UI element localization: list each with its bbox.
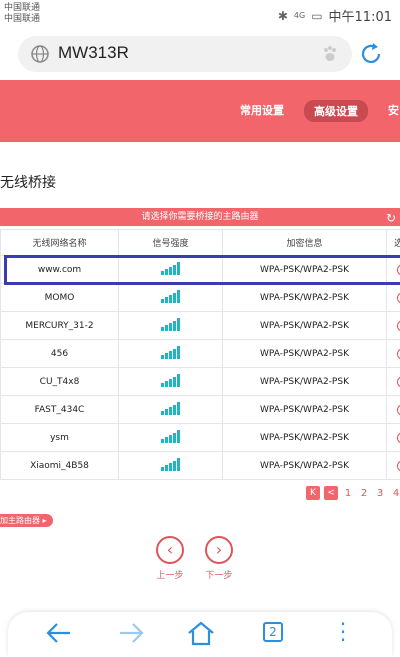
cell-network-name: ysm [1, 424, 119, 452]
refresh-icon[interactable]: ↻ [386, 209, 396, 227]
more-menu-icon[interactable]: ··· [328, 620, 358, 646]
router-header: 常用设置 高级设置 安 [0, 80, 400, 142]
prev-page-button[interactable]: < [324, 486, 338, 500]
table-row[interactable]: Xiaomi_4B58 WPA-PSK/WPA2-PSK [1, 452, 400, 480]
wifi-table: 无线网络名称 信号强度 加密信息 选择 www.com WPA-PSK/WPA2-… [0, 229, 400, 480]
browser-bottom-bar: 2 ··· [8, 612, 392, 657]
cell-select[interactable] [387, 312, 400, 340]
table-banner: 请选择你需要桥接的主路由器 ↻ [0, 208, 400, 226]
cell-network-name: FAST_434C [1, 396, 119, 424]
signal-strength-icon [119, 284, 223, 312]
cell-encryption: WPA-PSK/WPA2-PSK [223, 396, 387, 424]
cell-encryption: WPA-PSK/WPA2-PSK [223, 368, 387, 396]
col-header-select: 选择 [387, 230, 400, 256]
tabs-count: 2 [263, 622, 283, 642]
col-header-encryption: 加密信息 [223, 230, 387, 256]
cell-encryption: WPA-PSK/WPA2-PSK [223, 284, 387, 312]
banner-text: 请选择你需要桥接的主路由器 [141, 212, 258, 222]
cell-select[interactable] [387, 424, 400, 452]
browser-toolbar: MW313R [0, 30, 400, 78]
cell-select[interactable] [387, 284, 400, 312]
signal-strength-icon [119, 256, 223, 284]
table-row[interactable]: MOMO WPA-PSK/WPA2-PSK [1, 284, 400, 312]
cell-select[interactable] [387, 340, 400, 368]
page-3[interactable]: 3 [374, 488, 386, 499]
chevron-right-icon: › [205, 536, 233, 564]
page-2[interactable]: 2 [358, 488, 370, 499]
table-row[interactable]: ysm WPA-PSK/WPA2-PSK [1, 424, 400, 452]
carrier-label: 中国联通 [4, 3, 40, 13]
col-header-name: 无线网络名称 [1, 230, 119, 256]
signal-strength-icon [119, 340, 223, 368]
table-row[interactable]: FAST_434C WPA-PSK/WPA2-PSK [1, 396, 400, 424]
prev-step-button[interactable]: ‹ 上一步 [150, 536, 190, 581]
first-page-button[interactable]: K [306, 486, 320, 500]
signal-type-label: 4G [294, 11, 305, 20]
cell-select[interactable] [387, 396, 400, 424]
chevron-left-icon: ‹ [156, 536, 184, 564]
cell-select[interactable] [387, 452, 400, 480]
cell-encryption: WPA-PSK/WPA2-PSK [223, 312, 387, 340]
cell-select[interactable] [387, 256, 400, 284]
cell-select[interactable] [387, 368, 400, 396]
table-row[interactable]: CU_T4x8 WPA-PSK/WPA2-PSK [1, 368, 400, 396]
cell-network-name: 456 [1, 340, 119, 368]
page-title: 无线桥接 [0, 172, 56, 192]
home-icon[interactable] [186, 620, 216, 646]
next-step-label: 下一步 [199, 568, 239, 581]
table-header-row: 无线网络名称 信号强度 加密信息 选择 [1, 230, 400, 256]
cell-encryption: WPA-PSK/WPA2-PSK [223, 340, 387, 368]
back-arrow-icon[interactable] [44, 620, 74, 646]
status-icons: ✱ 4G ▭ 中午11:01 [278, 6, 392, 25]
nav-more[interactable]: 安 [388, 102, 399, 118]
cell-encryption: WPA-PSK/WPA2-PSK [223, 424, 387, 452]
cell-network-name: Xiaomi_4B58 [1, 452, 119, 480]
address-bar[interactable]: MW313R [18, 36, 352, 72]
table-row[interactable]: 456 WPA-PSK/WPA2-PSK [1, 340, 400, 368]
signal-strength-icon [119, 396, 223, 424]
signal-strength-icon [119, 424, 223, 452]
cell-encryption: WPA-PSK/WPA2-PSK [223, 256, 387, 284]
page-4[interactable]: 4 [390, 488, 400, 499]
table-row[interactable]: MERCURY_31-2 WPA-PSK/WPA2-PSK [1, 312, 400, 340]
paw-icon[interactable] [320, 44, 340, 64]
nav-common-settings[interactable]: 常用设置 [240, 102, 284, 118]
cell-network-name: CU_T4x8 [1, 368, 119, 396]
signal-strength-icon [119, 368, 223, 396]
clock: 中午11:01 [329, 6, 392, 25]
bluetooth-icon: ✱ [278, 9, 288, 23]
cell-network-name: www.com [1, 256, 119, 284]
next-step-button[interactable]: › 下一步 [199, 536, 239, 581]
globe-icon [30, 44, 50, 64]
battery-icon: ▭ [311, 9, 322, 23]
add-router-button[interactable]: 加主路由器 ▸ [0, 514, 53, 527]
status-bar: 中国联通 中国联通 ✱ 4G ▭ 中午11:01 [0, 0, 400, 28]
pagination: K < 1 2 3 4 > [306, 486, 400, 500]
signal-strength-icon [119, 312, 223, 340]
url-text: MW313R [58, 43, 129, 63]
reload-icon[interactable] [358, 41, 384, 67]
signal-strength-icon [119, 452, 223, 480]
cell-network-name: MOMO [1, 284, 119, 312]
table-row[interactable]: www.com WPA-PSK/WPA2-PSK [1, 256, 400, 284]
nav-advanced-settings[interactable]: 高级设置 [304, 100, 368, 122]
cell-network-name: MERCURY_31-2 [1, 312, 119, 340]
page-1[interactable]: 1 [342, 488, 354, 499]
tabs-button[interactable]: 2 [258, 620, 288, 646]
carrier-label: 中国联通 [4, 14, 40, 24]
col-header-signal: 信号强度 [119, 230, 223, 256]
add-router-label: 加主路由器 [0, 516, 40, 525]
cell-encryption: WPA-PSK/WPA2-PSK [223, 452, 387, 480]
forward-arrow-icon[interactable] [116, 620, 146, 646]
prev-step-label: 上一步 [150, 568, 190, 581]
